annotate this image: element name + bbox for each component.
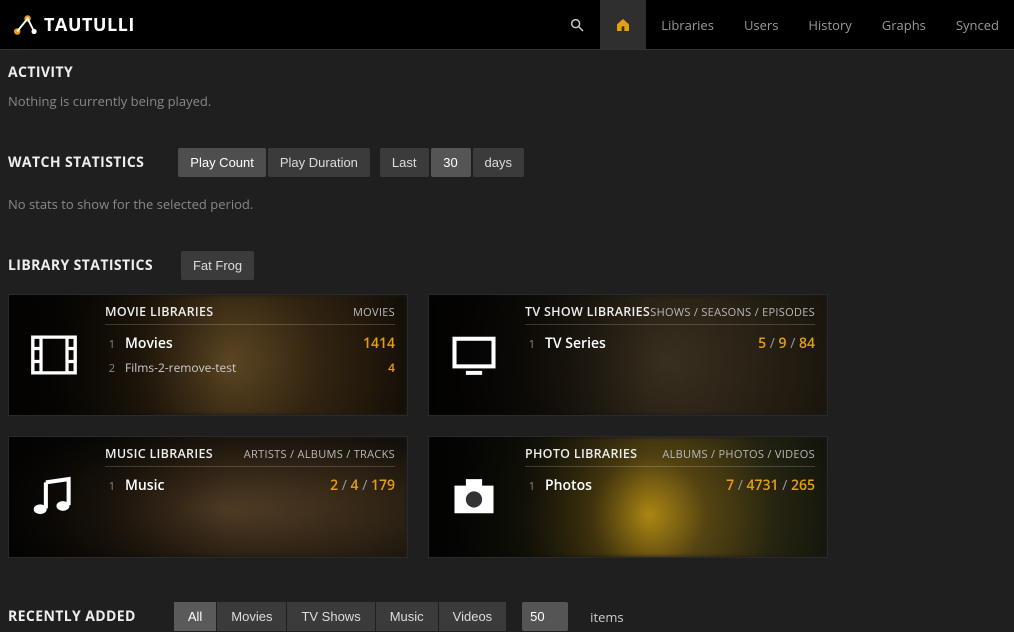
card-meta: ALBUMS / PHOTOS / VIDEOS <box>662 447 815 462</box>
list-item[interactable]: 1 Movies 1414 <box>105 331 395 356</box>
music-libraries-card[interactable]: MUSIC LIBRARIES ARTISTS / ALBUMS / TRACK… <box>8 436 408 558</box>
photo-libraries-card[interactable]: PHOTO LIBRARIES ALBUMS / PHOTOS / VIDEOS… <box>428 436 828 558</box>
list-item[interactable]: 1 Photos 7 / 4731 / 265 <box>525 473 815 498</box>
tab-music[interactable]: Music <box>376 602 438 631</box>
card-meta: SHOWS / SEASONS / EPISODES <box>650 305 815 320</box>
recently-added-heading: RECENTLY ADDED <box>8 607 136 626</box>
library-count: 4 <box>388 359 395 376</box>
list-item[interactable]: 2 Films-2-remove-test 4 <box>105 356 395 379</box>
navbar: TAUTULLI Libraries Users History Graphs … <box>0 0 1014 50</box>
watch-stats-period: Last days <box>380 148 524 177</box>
server-select-button[interactable]: Fat Frog <box>181 251 254 280</box>
list-item[interactable]: 1 Music 2 / 4 / 179 <box>105 473 395 498</box>
library-name: TV Series <box>545 334 748 353</box>
nav-home[interactable] <box>600 0 646 49</box>
music-icon <box>9 437 99 557</box>
card-title: TV SHOW LIBRARIES <box>525 303 650 320</box>
activity-heading: ACTIVITY <box>8 63 1006 82</box>
tab-all[interactable]: All <box>174 602 216 631</box>
card-meta: ARTISTS / ALBUMS / TRACKS <box>244 447 395 462</box>
library-count: 1414 <box>363 334 395 353</box>
card-title: MUSIC LIBRARIES <box>105 445 213 462</box>
library-name: Music <box>125 476 320 495</box>
card-meta: MOVIES <box>353 305 395 320</box>
period-last-label: Last <box>380 148 429 177</box>
search-button[interactable] <box>554 0 600 49</box>
recently-added-count-input[interactable] <box>522 602 568 631</box>
period-days-label: days <box>473 148 524 177</box>
tab-tv-shows[interactable]: TV Shows <box>287 602 374 631</box>
library-name: Photos <box>545 476 716 495</box>
nav-history[interactable]: History <box>793 0 866 49</box>
film-icon <box>9 295 99 415</box>
card-title: PHOTO LIBRARIES <box>525 445 637 462</box>
card-title: MOVIE LIBRARIES <box>105 303 213 320</box>
tautulli-logo-icon <box>12 12 38 38</box>
watch-stats-heading: WATCH STATISTICS <box>8 153 144 172</box>
nav-graphs[interactable]: Graphs <box>867 0 941 49</box>
navbar-right: Libraries Users History Graphs Synced <box>554 0 1014 49</box>
activity-empty-text: Nothing is currently being played. <box>8 92 1006 110</box>
brand-wordmark: TAUTULLI <box>44 13 135 37</box>
brand-logo[interactable]: TAUTULLI <box>0 0 147 49</box>
library-name: Films-2-remove-test <box>125 359 378 376</box>
library-count: 7 / 4731 / 265 <box>726 476 815 495</box>
nav-synced[interactable]: Synced <box>941 0 1014 49</box>
library-stats-heading: LIBRARY STATISTICS <box>8 256 153 275</box>
watch-stats-mode-toggle: Play Count Play Duration <box>178 148 370 177</box>
library-count: 5 / 9 / 84 <box>758 334 815 353</box>
library-name: Movies <box>125 334 353 353</box>
play-duration-button[interactable]: Play Duration <box>268 148 370 177</box>
home-icon <box>615 17 631 33</box>
tab-movies[interactable]: Movies <box>217 602 286 631</box>
nav-users[interactable]: Users <box>729 0 793 49</box>
list-item[interactable]: 1 TV Series 5 / 9 / 84 <box>525 331 815 356</box>
search-icon <box>569 17 585 33</box>
watch-stats-empty-text: No stats to show for the selected period… <box>8 195 1006 213</box>
recently-added-tabs: All Movies TV Shows Music Videos <box>174 602 506 631</box>
tv-icon <box>429 295 519 415</box>
nav-libraries[interactable]: Libraries <box>646 0 729 49</box>
play-count-button[interactable]: Play Count <box>178 148 266 177</box>
camera-icon <box>429 437 519 557</box>
items-label: items <box>590 608 623 626</box>
library-count: 2 / 4 / 179 <box>330 476 395 495</box>
period-days-input[interactable] <box>431 148 471 177</box>
tab-videos[interactable]: Videos <box>439 602 507 631</box>
tv-libraries-card[interactable]: TV SHOW LIBRARIES SHOWS / SEASONS / EPIS… <box>428 294 828 416</box>
movie-libraries-card[interactable]: MOVIE LIBRARIES MOVIES 1 Movies 1414 2 F… <box>8 294 408 416</box>
